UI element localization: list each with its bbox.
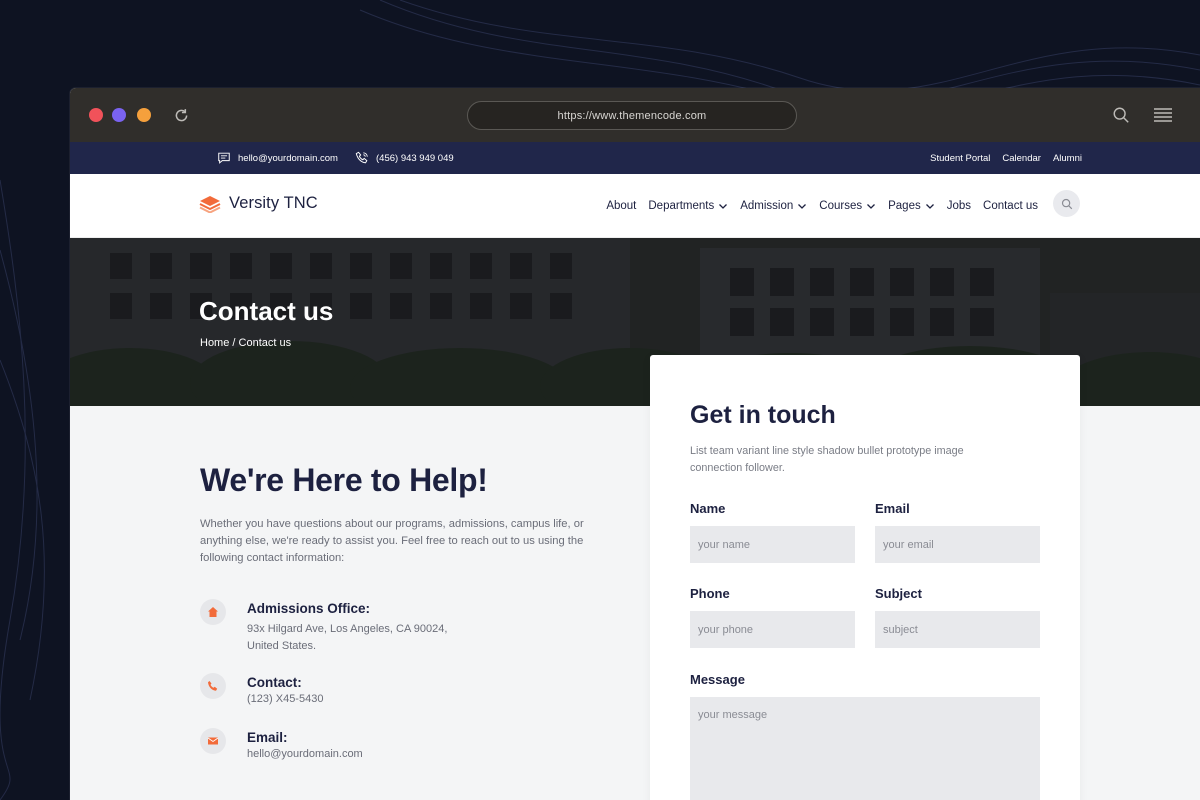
phone-icon (200, 673, 226, 699)
phone-label: Phone (690, 586, 730, 601)
chevron-down-icon (925, 204, 934, 209)
nav-departments[interactable]: Departments (648, 200, 728, 212)
maximize-window-button[interactable] (137, 108, 151, 122)
message-label: Message (690, 672, 745, 687)
info-email-value[interactable]: hello@yourdomain.com (247, 746, 363, 763)
nav-about-label: About (606, 200, 637, 212)
nav-courses-label: Courses (819, 200, 863, 212)
nav-contact-label: Contact us (983, 200, 1038, 212)
email-input[interactable]: your email (875, 526, 1040, 563)
nav-jobs-label: Jobs (946, 200, 972, 212)
subject-input[interactable]: subject (875, 611, 1040, 648)
message-textarea[interactable]: your message (690, 697, 1040, 800)
chat-icon (218, 152, 230, 164)
browser-window: https://www.themencode.com hello@yourdom… (70, 88, 1200, 800)
topbar-phone-text: (456) 943 949 049 (376, 152, 454, 164)
info-contact: Contact: (123) X45-5430 (200, 673, 324, 708)
minimize-window-button[interactable] (112, 108, 126, 122)
info-address-line2: United States. (247, 640, 317, 652)
main-nav: About Departments Admission Courses Page… (606, 174, 1038, 238)
nav-pages[interactable]: Pages (888, 200, 935, 212)
info-title: Admissions Office: (247, 601, 371, 616)
nav-courses[interactable]: Courses (819, 200, 876, 212)
page-title: Contact us (199, 296, 334, 326)
chevron-down-icon (867, 204, 876, 209)
link-calendar[interactable]: Calendar (1002, 153, 1041, 164)
info-email: Email: hello@yourdomain.com (200, 728, 363, 763)
nav-departments-label: Departments (648, 200, 715, 212)
phone-icon (355, 151, 368, 164)
nav-about[interactable]: About (606, 200, 636, 212)
nav-admission-label: Admission (740, 200, 794, 212)
reload-icon[interactable] (173, 107, 190, 124)
nav-admission[interactable]: Admission (740, 200, 807, 212)
topbar-links: Student Portal Calendar Alumni (930, 142, 1082, 174)
topbar-email[interactable]: hello@yourdomain.com (217, 142, 338, 174)
name-label: Name (690, 501, 726, 516)
logo-text: Versity TNC (229, 194, 318, 212)
nav-contact[interactable]: Contact us (983, 200, 1038, 212)
mail-icon (200, 728, 226, 754)
header-search-button[interactable] (1053, 190, 1080, 217)
main-header: Versity TNC About Departments Admission … (70, 174, 1200, 238)
home-icon (200, 599, 226, 625)
link-student-portal[interactable]: Student Portal (930, 153, 990, 164)
close-window-button[interactable] (89, 108, 103, 122)
phone-input[interactable]: your phone (690, 611, 855, 648)
contact-form-card: Get in touch List team variant line styl… (650, 355, 1080, 800)
topbar-phone[interactable]: (456) 943 949 049 (355, 142, 454, 174)
info-title: Contact: (247, 675, 302, 690)
help-description: Whether you have questions about our pro… (200, 518, 584, 564)
nav-pages-label: Pages (888, 200, 921, 212)
link-alumni[interactable]: Alumni (1053, 153, 1082, 164)
info-title: Email: (247, 730, 288, 745)
nav-jobs[interactable]: Jobs (947, 200, 971, 212)
address-bar[interactable]: https://www.themencode.com (467, 101, 797, 130)
chevron-down-icon (798, 204, 807, 209)
help-heading: We're Here to Help! (200, 462, 488, 498)
info-admissions-office: Admissions Office: 93x Hilgard Ave, Los … (200, 599, 448, 655)
topbar-email-text: hello@yourdomain.com (238, 152, 338, 164)
form-title: Get in touch (690, 401, 836, 429)
search-icon (1061, 198, 1072, 209)
breadcrumb[interactable]: Home / Contact us (200, 337, 291, 349)
name-input[interactable]: your name (690, 526, 855, 563)
top-info-bar: hello@yourdomain.com (456) 943 949 049 S… (70, 142, 1200, 174)
email-label: Email (875, 501, 910, 516)
info-address-line1: 93x Hilgard Ave, Los Angeles, CA 90024, (247, 623, 448, 635)
site-logo[interactable]: Versity TNC (199, 194, 318, 213)
info-phone-value: (123) X45-5430 (247, 693, 324, 705)
subject-label: Subject (875, 586, 922, 601)
logo-icon (199, 195, 221, 213)
form-subtitle: List team variant line style shadow bull… (690, 445, 964, 474)
browser-chrome: https://www.themencode.com (70, 88, 1200, 142)
menu-icon[interactable] (1153, 107, 1173, 123)
chevron-down-icon (719, 204, 728, 209)
search-icon[interactable] (1112, 106, 1130, 124)
